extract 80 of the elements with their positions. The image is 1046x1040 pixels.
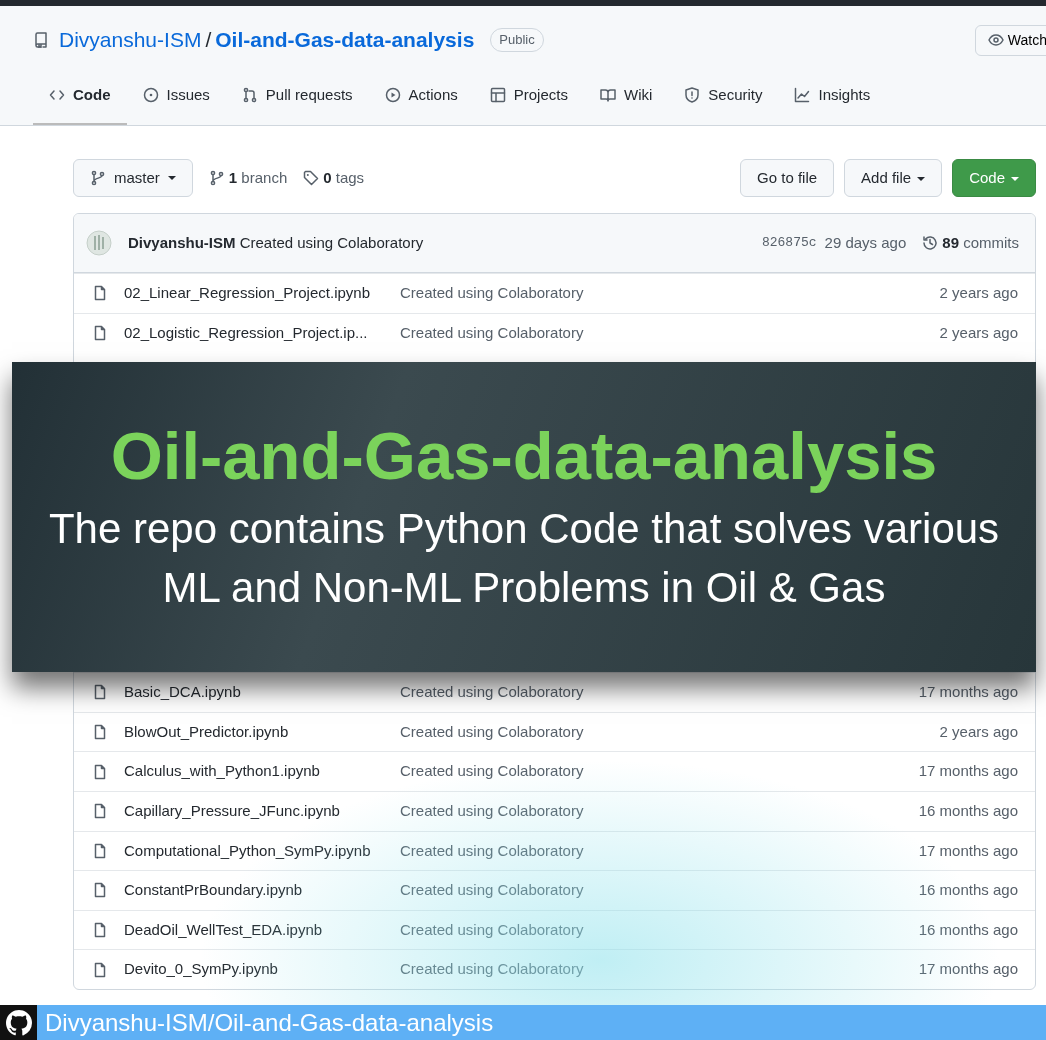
history-icon <box>922 235 939 251</box>
path-separator: / <box>204 27 213 54</box>
commit-hash[interactable]: 826875c <box>761 233 817 253</box>
commit-time: 2 years ago <box>939 721 1018 742</box>
commit-time: 2 years ago <box>939 322 1018 343</box>
file-icon <box>92 922 108 939</box>
repo-name-link[interactable]: Oil-and-Gas-data-analysis <box>215 24 475 56</box>
branch-icon <box>90 169 106 186</box>
commit-time: 16 months ago <box>918 880 1018 901</box>
commit-message: Created using Colaboratory <box>400 959 584 980</box>
play-icon <box>384 87 401 104</box>
file-name-link[interactable]: Capillary_Pressure_JFunc.ipynb <box>124 800 400 823</box>
file-name-link[interactable]: Computational_Python_SymPy.ipynb <box>124 839 400 863</box>
file-icon <box>92 882 108 899</box>
file-icon <box>92 961 108 978</box>
commit-time: 17 months ago <box>918 761 1018 782</box>
nav-tab[interactable]: Projects <box>473 74 584 125</box>
commit-message: Created using Colaboratory <box>400 919 584 940</box>
file-icon <box>92 803 108 820</box>
go-to-file-button[interactable]: Go to file <box>740 158 835 197</box>
commit-message: Created using Colaboratory <box>400 761 584 782</box>
commit-time: 17 months ago <box>918 682 1018 703</box>
file-icon <box>92 285 108 302</box>
add-file-button[interactable]: Add file <box>844 158 943 197</box>
book-icon <box>599 87 616 104</box>
commit-message: Created using Colaboratory <box>400 721 584 742</box>
pull-request-icon <box>241 87 258 104</box>
file-name-link[interactable]: Devito_0_SymPy.ipynb <box>124 958 400 981</box>
latest-commit-text: Divyanshu-ISM Created using Colaboratory <box>128 232 424 253</box>
nav-tab[interactable]: Issues <box>126 74 226 125</box>
file-name-link[interactable]: ConstantPrBoundary.ipynb <box>124 879 400 902</box>
branches-link[interactable]: 1 branch <box>208 166 288 189</box>
footer-text: Divyanshu-ISM/Oil-and-Gas-data-analysis <box>44 1007 494 1038</box>
commit-time: 2 years ago <box>939 283 1018 304</box>
commit-time: 16 months ago <box>918 919 1018 940</box>
nav-tab[interactable]: Actions <box>368 74 474 125</box>
eye-icon <box>987 32 1004 48</box>
commit-message: Created using Colaboratory <box>400 283 584 304</box>
banner-title: Oil-and-Gas-data-analysis <box>110 416 938 494</box>
watch-button[interactable]: Watch <box>974 24 1046 56</box>
code-button[interactable]: Code <box>952 158 1036 197</box>
banner-subtitle: The repo contains Python Code that solves various ML and Non-ML Problems in Oil & Gas <box>47 503 1001 613</box>
nav-tab[interactable]: Security <box>668 74 779 125</box>
nav-tab[interactable]: Wiki <box>583 74 669 125</box>
file-name-link[interactable]: Basic_DCA.ipynb <box>124 681 400 704</box>
file-name-link[interactable]: DeadOil_WellTest_EDA.ipynb <box>124 918 400 942</box>
avatar <box>86 230 112 256</box>
tags-link[interactable]: 0 tags <box>303 166 365 189</box>
file-icon <box>92 763 108 780</box>
commit-message: Created using Colaboratory <box>400 840 584 861</box>
tag-icon <box>303 169 320 186</box>
file-name-link[interactable]: 02_Logistic_Regression_Project.ip... <box>124 321 400 345</box>
table-icon <box>489 87 506 104</box>
nav-tab[interactable]: Code <box>33 74 127 125</box>
commit-message: Created using Colaboratory <box>400 322 584 343</box>
file-name-link[interactable]: Calculus_with_Python1.ipynb <box>124 760 400 783</box>
circle-dot-icon <box>142 87 159 104</box>
shield-icon <box>684 87 701 104</box>
file-icon <box>92 842 108 859</box>
branch-select[interactable]: master <box>73 158 193 197</box>
file-icon <box>92 724 108 741</box>
commits-link[interactable]: 89 commits <box>922 231 1019 255</box>
nav-tab[interactable]: Pull requests <box>225 74 369 125</box>
octocat-icon <box>0 1005 37 1040</box>
commit-time: 17 months ago <box>918 959 1018 980</box>
commit-date: 29 days ago <box>824 232 907 253</box>
branch-icon <box>208 169 225 186</box>
nav-tab[interactable]: Insights <box>778 74 887 125</box>
repo-icon <box>33 32 49 48</box>
commit-time: 16 months ago <box>918 801 1018 821</box>
file-icon <box>92 324 108 341</box>
commit-time: 17 months ago <box>918 840 1018 861</box>
graph-icon <box>794 87 811 104</box>
commit-message: Created using Colaboratory <box>400 682 584 703</box>
file-name-link[interactable]: BlowOut_Predictor.ipynb <box>124 720 400 744</box>
commit-message: Created using Colaboratory <box>400 801 584 821</box>
file-name-link[interactable]: 02_Linear_Regression_Project.ipynb <box>124 282 400 305</box>
commit-message: Created using Colaboratory <box>400 880 584 901</box>
file-icon <box>92 684 108 701</box>
owner-link[interactable]: Divyanshu-ISM <box>59 24 202 56</box>
